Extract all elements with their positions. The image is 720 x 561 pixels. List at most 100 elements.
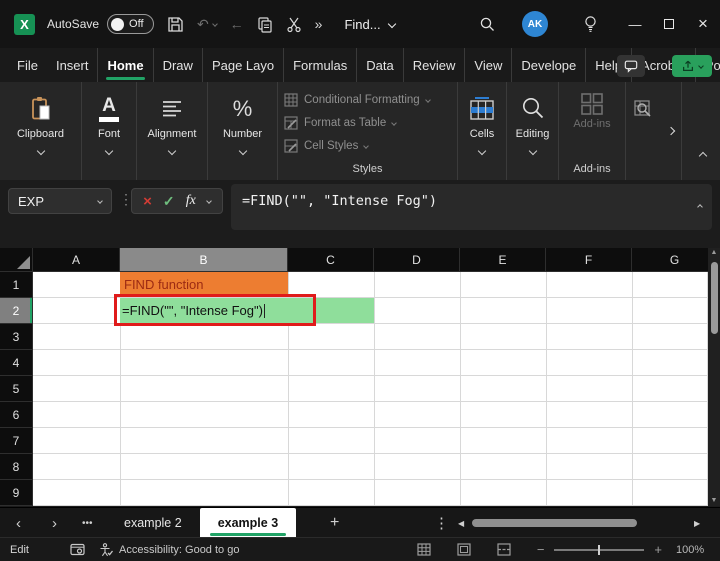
cell-mode-indicator: Edit [10,543,29,556]
cell-styles-button[interactable]: Cell Styles [284,134,457,157]
row-header[interactable]: 1 [0,272,33,298]
ribbon-tab[interactable]: Review [402,48,465,82]
collapse-formula-bar-button[interactable] [697,196,703,214]
overflow-icon: » [314,16,323,32]
vertical-scroll-thumb[interactable] [710,262,718,334]
column-headers: ABCDEFG [33,248,718,272]
sheet-tab[interactable]: example 3 [199,508,297,538]
editing-group-button[interactable]: Editing [507,82,559,180]
analyze-data-icon [634,100,651,117]
clipboard-group-button[interactable]: Clipboard [0,82,82,180]
scroll-up-icon[interactable]: ▲ [711,248,718,258]
sheet-tab[interactable]: example 2 [106,508,200,538]
row-header[interactable]: 5 [0,376,33,402]
prev-sheet-button[interactable]: ‹ [16,508,21,538]
row-header[interactable]: 9 [0,480,33,506]
lightbulb-icon [585,16,596,32]
account-avatar[interactable]: AK [522,11,548,37]
next-sheet-button[interactable]: › [52,508,57,538]
column-header[interactable]: D [374,248,460,272]
add-sheet-button[interactable]: + [330,508,339,538]
zoom-in-button[interactable]: + [654,542,662,557]
vertical-scrollbar[interactable]: ▲ ▼ [708,248,720,506]
column-header[interactable]: E [460,248,546,272]
ribbon-tab[interactable]: Data [356,48,402,82]
row-header[interactable]: 8 [0,454,33,480]
page-break-preview-button[interactable] [497,543,511,556]
ribbon-tab[interactable]: Formulas [283,48,356,82]
analyze-data-button[interactable] [626,82,660,180]
zoom-level[interactable]: 100% [676,544,714,556]
row-header[interactable]: 3 [0,324,33,350]
macro-record-icon [70,543,85,556]
page-layout-view-button[interactable] [457,543,471,556]
row-header[interactable]: 6 [0,402,33,428]
column-header[interactable]: F [546,248,632,272]
find-button[interactable]: Find... [344,17,396,32]
undo-button[interactable]: ↶ [197,17,218,31]
column-header[interactable]: B [120,248,288,272]
conditional-formatting-button[interactable]: Conditional Formatting [284,88,457,111]
row-header[interactable]: 4 [0,350,33,376]
normal-view-icon [417,543,431,556]
all-sheets-button[interactable]: ••• [82,508,93,538]
zoom-out-button[interactable]: − [537,542,545,557]
macro-record-button[interactable] [70,543,85,556]
hscroll-right-icon[interactable]: ▶ [694,508,700,538]
collapse-ribbon-button[interactable] [698,146,708,164]
zoom-slider[interactable] [554,544,645,555]
select-all-triangle-icon [17,256,30,269]
cut-button[interactable] [286,16,302,33]
minimize-button[interactable]: — [618,9,652,39]
ribbon-tab[interactable]: View [464,48,511,82]
autosave-toggle[interactable]: Off [107,14,155,34]
ribbon-tab[interactable]: Draw [152,48,202,82]
zoom-slider-thumb[interactable] [598,544,601,555]
insert-function-button[interactable]: fx [186,193,196,209]
group-label: Cells [469,128,495,140]
save-button[interactable] [167,16,184,33]
row-header[interactable]: 7 [0,428,33,454]
enter-button[interactable]: ✓ [163,194,175,208]
column-header[interactable]: G [632,248,718,272]
format-as-table-button[interactable]: Format as Table [284,111,457,134]
maximize-button[interactable] [652,9,686,39]
normal-view-button[interactable] [417,543,431,556]
addins-button[interactable] [579,91,605,117]
share-button[interactable] [672,55,712,77]
accessibility-checker-button[interactable]: Accessibility: Good to go [99,542,239,557]
font-group-button[interactable]: A Font [82,82,137,180]
ribbon-tab[interactable]: Insert [47,48,98,82]
cells-group-button[interactable]: Cells [458,82,507,180]
alignment-group-button[interactable]: Alignment [137,82,208,180]
ribbon-tab[interactable]: Page Layo [201,48,283,82]
row-header[interactable]: 2 [0,298,33,324]
column-header[interactable]: C [288,248,374,272]
number-group-button[interactable]: % Number [208,82,278,180]
back-arrow-button[interactable]: ← [230,17,244,31]
scroll-down-icon[interactable]: ▼ [711,496,718,506]
ribbon-tab[interactable]: Home [97,48,152,82]
column-header[interactable]: A [33,248,120,272]
horizontal-scroll-thumb[interactable] [472,519,637,527]
copy-button[interactable] [257,16,273,33]
chevron-down-icon [424,96,431,103]
cells-icon [470,97,494,120]
ribbon-tab[interactable]: File [8,48,47,82]
autosave-label: AutoSave [47,17,100,31]
close-button[interactable]: × [686,9,720,39]
comments-button[interactable] [617,55,645,77]
sheet-menu-button[interactable]: ⋮ [434,508,449,538]
hscroll-left-icon[interactable]: ◀ [458,508,464,538]
cancel-button[interactable]: × [143,194,152,209]
select-all-button[interactable] [0,248,33,272]
ribbon-tab[interactable]: Develope [511,48,585,82]
formula-input[interactable]: =FIND("", "Intense Fog") [231,184,712,230]
excel-app-icon[interactable]: X [14,13,35,35]
name-box[interactable]: EXP [8,188,112,214]
styles-group: Conditional Formatting Format as Table C… [278,82,458,180]
search-button[interactable] [479,16,496,33]
qat-overflow-button[interactable]: » [315,17,323,31]
ribbon-next-page-button[interactable] [660,82,682,180]
tell-me-button[interactable] [583,15,598,33]
